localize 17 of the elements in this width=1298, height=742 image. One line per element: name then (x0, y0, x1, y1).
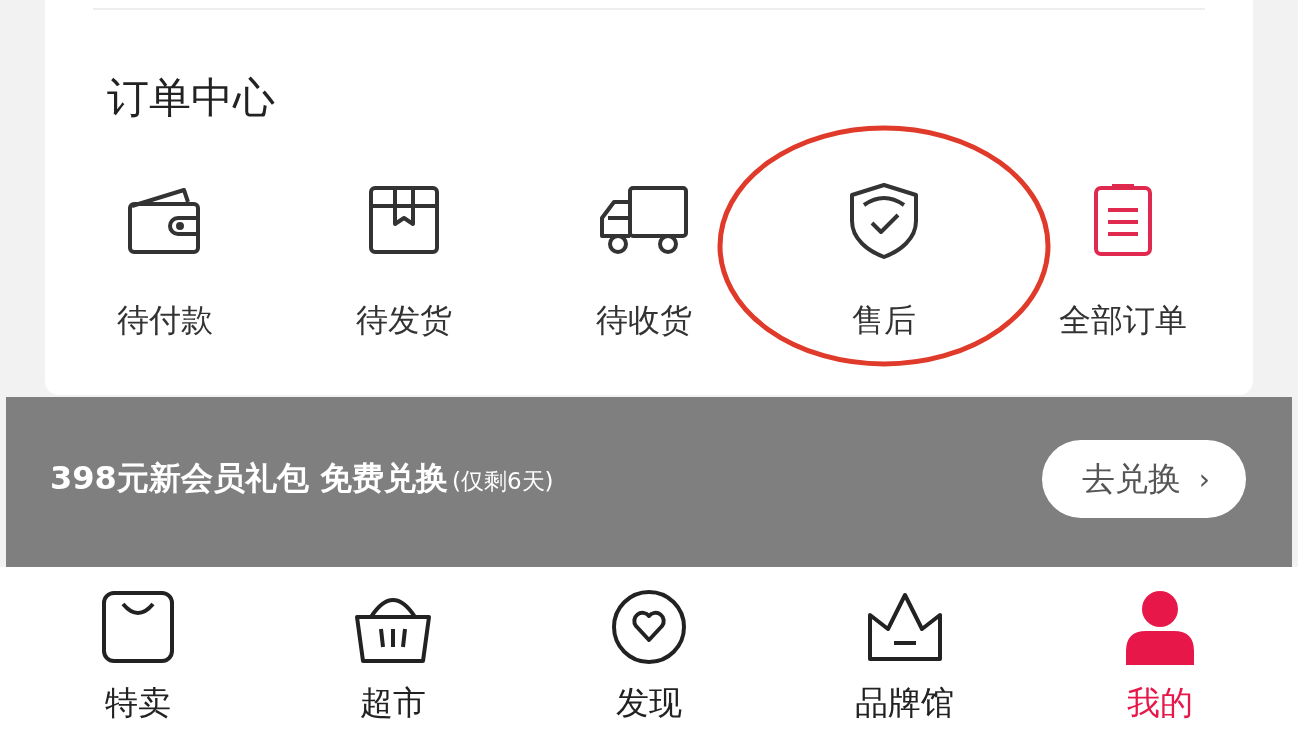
section-title: 订单中心 (106, 72, 276, 124)
order-status-link[interactable]: 售后 (851, 300, 916, 340)
tab-bar-item[interactable]: 超市 (265, 587, 522, 742)
bag-icon (100, 590, 175, 664)
promo-text: 398元新会员礼包 免费兑换 (50, 458, 448, 499)
tab-bar-item[interactable]: 特卖 (10, 587, 266, 742)
order-status-link[interactable]: 待收货 (596, 300, 692, 340)
crown-icon (865, 591, 944, 663)
person-icon (1124, 589, 1197, 665)
redeem-button[interactable]: 去兑换 › (1041, 440, 1246, 518)
order-status-link[interactable]: 待发货 (356, 300, 453, 340)
tab-bar-item[interactable]: 发现 (521, 587, 777, 742)
tab-bar-item[interactable]: 我的 (1032, 587, 1288, 742)
order-status-link[interactable]: 全部订单 (1059, 300, 1188, 340)
order-status-link[interactable]: 待付款 (116, 300, 213, 340)
tab-bar-item[interactable]: 品牌馆 (776, 587, 1033, 742)
remaining-days-note: (仅剩6天) (451, 467, 554, 496)
